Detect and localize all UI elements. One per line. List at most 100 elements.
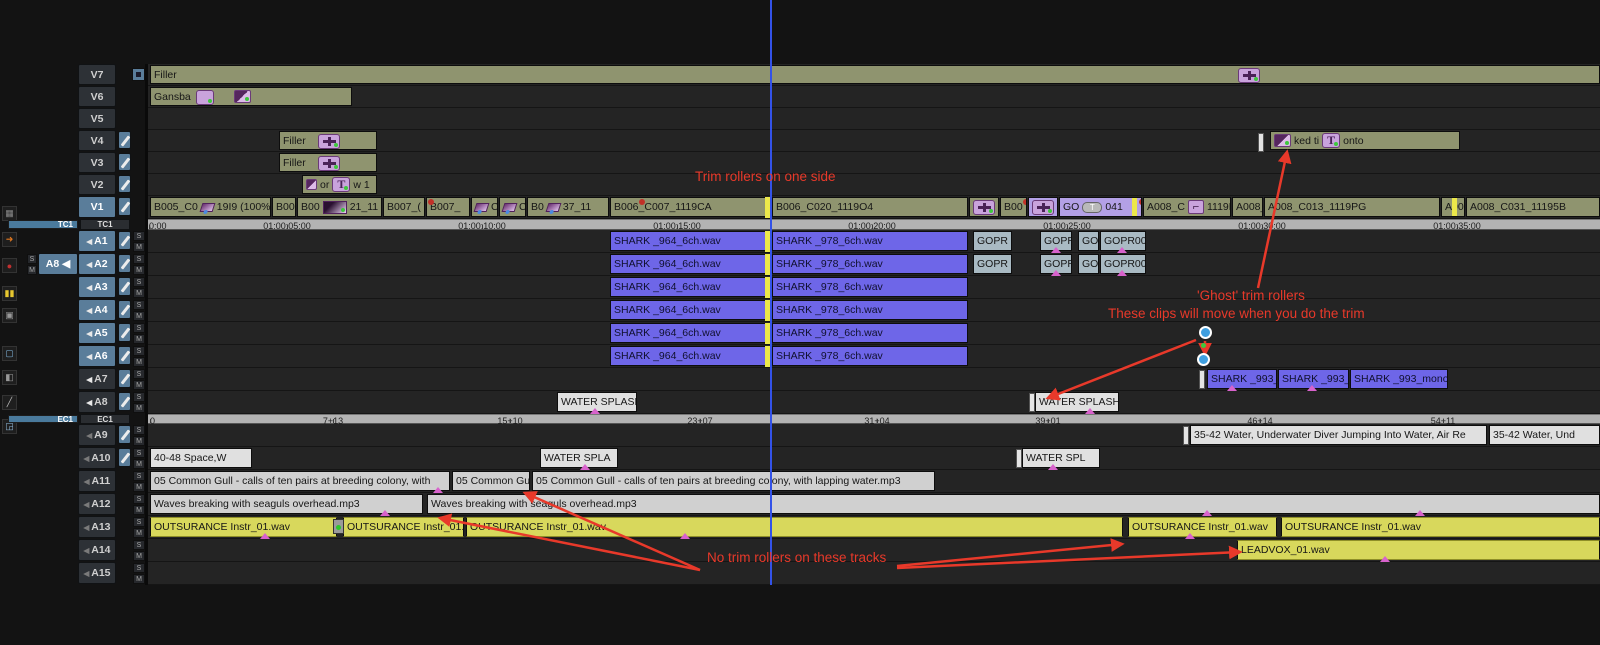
pen-icon[interactable]: ╱ <box>2 395 17 410</box>
clip-c[interactable]: C <box>499 197 526 217</box>
mute-button-a10[interactable]: M <box>133 459 145 469</box>
clip-b0[interactable]: B0 37_11 <box>527 197 609 217</box>
mute-button-a9[interactable]: M <box>133 436 145 446</box>
solo-button-a5[interactable]: S <box>133 323 145 333</box>
clip-water-spla[interactable]: WATER SPLA <box>540 448 618 468</box>
track-lane-v5[interactable] <box>148 108 1600 130</box>
track-button-a2[interactable]: ◀ A2 <box>78 253 116 275</box>
ruler-lane-tc1[interactable]: 0:0001:00:05:0001:00:10:0001:00:15:0001:… <box>148 219 1600 231</box>
rail-strip-tc1[interactable]: TC1 <box>8 220 78 229</box>
track-button-a4[interactable]: ◀ A4 <box>78 299 116 321</box>
solo-button-a7[interactable]: S <box>133 369 145 379</box>
track-button-a3[interactable]: ◀ A3 <box>78 276 116 298</box>
mute-button-a5[interactable]: M <box>133 334 145 344</box>
track-button-a12[interactable]: ◀ A12 <box>78 493 116 515</box>
clip-shark-978-6ch-wav[interactable]: SHARK _978_6ch.wav <box>772 277 968 297</box>
clip-segment[interactable] <box>1028 197 1058 217</box>
mute-button-a8[interactable]: M <box>133 403 145 413</box>
gain-icon[interactable] <box>333 519 344 534</box>
track-button-a14[interactable]: ◀ A14 <box>78 539 116 561</box>
clip-35-42-water-und[interactable]: 35-42 Water, Und <box>1489 425 1600 445</box>
track-button-v4[interactable]: V4 <box>78 130 116 151</box>
track-lane-a8[interactable] <box>148 391 1600 414</box>
pencil-tool-box[interactable] <box>118 300 131 319</box>
clip-b007[interactable]: B007_( <box>383 197 425 217</box>
clip-b005-c0[interactable]: B005_C0 19I9 (100% <box>150 197 271 217</box>
frame-icon[interactable]: ▣ <box>2 308 17 323</box>
solo-button-a13[interactable]: S <box>133 517 145 527</box>
clip-a008[interactable]: A008 <box>1441 197 1465 217</box>
clip-leadvox-01-wav[interactable]: LEADVOX_01.wav <box>1237 540 1600 560</box>
clip-b00[interactable]: B00 <box>272 197 296 217</box>
pencil-tool-box[interactable] <box>118 277 131 296</box>
ghost-trim-roller[interactable] <box>1183 426 1189 445</box>
mute-button-a3[interactable]: M <box>133 288 145 298</box>
clip-shark-993-r[interactable]: SHARK _993_r <box>1207 369 1277 389</box>
clip-ked-ti[interactable]: ked ti Tonto <box>1270 131 1460 150</box>
yellow-bars-icon[interactable]: ▮▮ <box>2 286 17 301</box>
clip-35-42-water-underwater-diver[interactable]: 35-42 Water, Underwater Diver Jumping In… <box>1190 425 1487 445</box>
clip-gansba[interactable]: Gansba <box>150 87 352 106</box>
solo-button-a3[interactable]: S <box>133 277 145 287</box>
track-button-a13[interactable]: ◀ A13 <box>78 516 116 538</box>
clip-gopr[interactable]: GOPR <box>973 231 1012 251</box>
track-button-v5[interactable]: V5 <box>78 108 116 129</box>
mute-button-a15[interactable]: M <box>133 574 145 584</box>
clip-shark-993-mono[interactable]: SHARK _993_mono <box>1350 369 1448 389</box>
pencil-tool-box[interactable] <box>118 175 131 193</box>
mute-button-a11[interactable]: M <box>133 482 145 492</box>
ruler-lane-ec1[interactable]: 07+1315+1023+0731+0439+0146+1454+11 <box>148 414 1600 426</box>
pencil-tool-box[interactable] <box>118 392 131 411</box>
playhead[interactable] <box>770 0 772 585</box>
rail-strip-ec1[interactable]: EC1 <box>8 415 78 424</box>
solo-button-a6[interactable]: S <box>133 346 145 356</box>
ghost-trim-roller[interactable] <box>1029 393 1035 412</box>
solo-button-a12[interactable]: S <box>133 494 145 504</box>
mask-icon[interactable]: ◧ <box>2 370 17 385</box>
pencil-tool-box[interactable] <box>118 369 131 388</box>
solo-button-a14[interactable]: S <box>133 540 145 550</box>
clip-filler[interactable]: Filler <box>279 153 377 172</box>
clip-filler[interactable]: Filler <box>150 65 1600 84</box>
solo-button-a9[interactable]: S <box>133 425 145 435</box>
pencil-tool-box[interactable] <box>118 346 131 365</box>
clip-shark-978-6ch-wav[interactable]: SHARK _978_6ch.wav <box>772 231 968 251</box>
pencil-tool-box[interactable] <box>118 425 131 444</box>
clip-a008-c[interactable]: A008_C <box>1232 197 1263 217</box>
track-button-a6[interactable]: ◀ A6 <box>78 345 116 367</box>
track-button-v7[interactable]: V7 <box>78 64 116 85</box>
clip-shark-964-6ch-wav[interactable]: SHARK _964_6ch.wav <box>610 346 766 366</box>
orange-arrow-icon[interactable]: ➜ <box>2 232 17 247</box>
ghost-trim-roller[interactable] <box>1199 370 1205 389</box>
audio-monitor-button-a8[interactable]: A8 ◀ <box>38 253 78 275</box>
clip-b006-c020-1119o4[interactable]: B006_C020_1119O4 <box>772 197 968 217</box>
solo-button-a15[interactable]: S <box>133 563 145 573</box>
track-lane-v6[interactable] <box>148 86 1600 108</box>
clip-filler[interactable]: Filler <box>279 131 377 150</box>
clip-05-common-gull-calls-of-ten-[interactable]: 05 Common Gull - calls of ten pairs at b… <box>532 471 935 491</box>
track-button-v6[interactable]: V6 <box>78 86 116 107</box>
clip-b00[interactable]: B00 <box>1000 197 1027 217</box>
ghost-trim-roller[interactable] <box>1258 133 1264 152</box>
solo-button-a4[interactable]: S <box>133 300 145 310</box>
clip-shark-978-6ch-wav[interactable]: SHARK _978_6ch.wav <box>772 300 968 320</box>
mute-button-a13[interactable]: M <box>133 528 145 538</box>
clip-go[interactable]: GO T 041 <box>1059 197 1142 217</box>
clip-b006-c007-1119ca[interactable]: B006_C007_1119CA <box>610 197 766 217</box>
clip-05-common-gull[interactable]: 05 Common Gull <box>452 471 530 491</box>
clip-outsurance-instr-01-wav[interactable]: OUTSURANCE Instr_01.wav <box>466 517 1123 537</box>
record-icon[interactable]: ● <box>2 258 17 273</box>
clip-gopr[interactable]: GOPR <box>973 254 1012 274</box>
clip-go[interactable]: GO <box>1078 231 1099 251</box>
select-box-icon[interactable]: ▢ <box>2 346 17 361</box>
mute-button-a12[interactable]: M <box>133 505 145 515</box>
track-button-a11[interactable]: ◀ A11 <box>78 470 116 492</box>
mute-button-a1[interactable]: M <box>133 242 145 252</box>
clip-outsurance-instr-01-wav[interactable]: OUTSURANCE Instr_01.wav <box>1281 517 1600 537</box>
clip-a008-c031-11195b[interactable]: A008_C031_11195B <box>1466 197 1600 217</box>
pencil-tool-box[interactable] <box>118 131 131 149</box>
mute-button-a7[interactable]: M <box>133 380 145 390</box>
solo-button-a8[interactable]: S <box>133 392 145 402</box>
monitor-icon[interactable] <box>132 68 145 81</box>
pencil-tool-box[interactable] <box>118 231 131 250</box>
